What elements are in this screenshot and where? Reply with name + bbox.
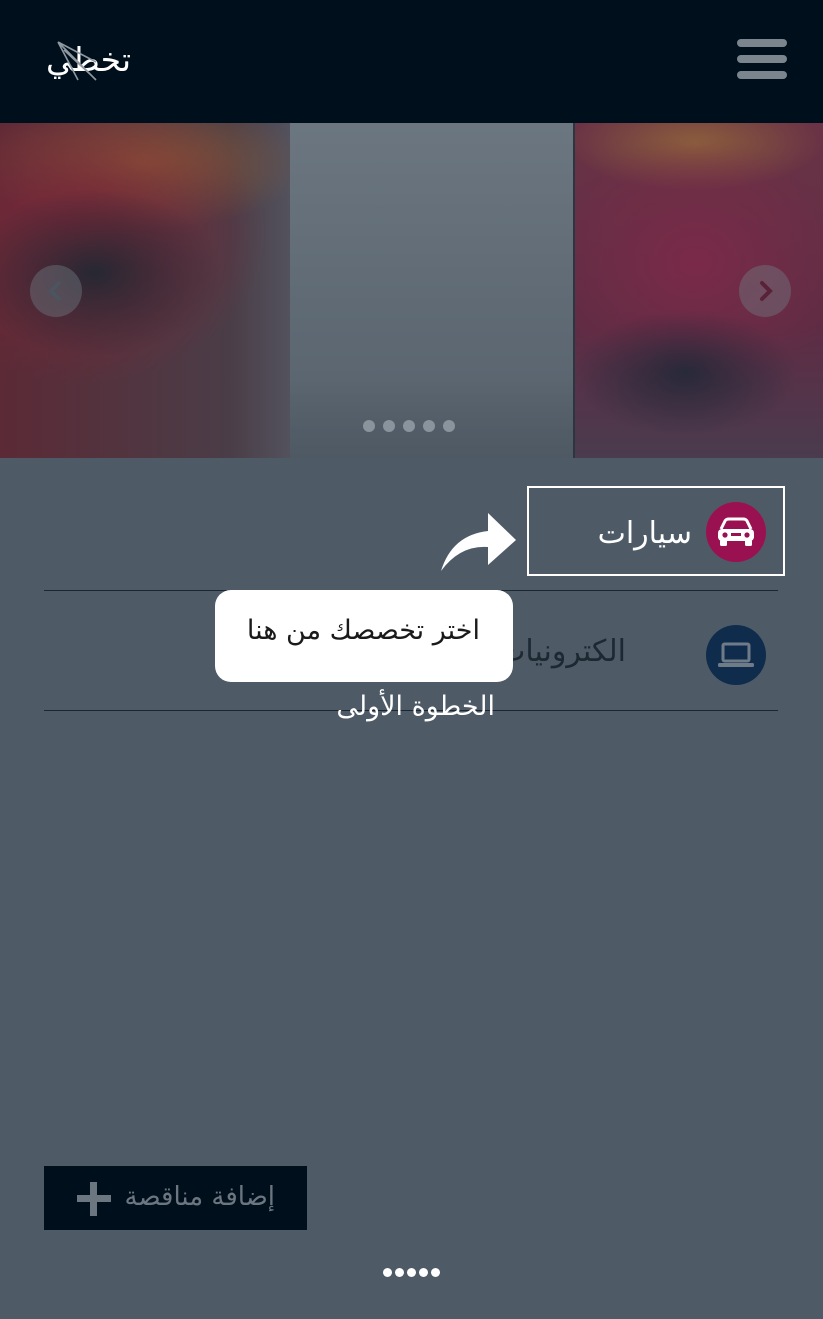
carousel-dot[interactable]	[423, 420, 435, 432]
hamburger-menu-icon[interactable]	[737, 39, 787, 79]
chevron-right-icon	[760, 281, 773, 301]
logo-arrow-icon	[57, 41, 97, 81]
tooltip-text: اختر تخصصك من هنا	[246, 615, 480, 646]
carousel-dot[interactable]	[363, 420, 375, 432]
add-tender-button[interactable]: إضافة مناقصة	[44, 1166, 307, 1230]
pager-dot[interactable]	[395, 1268, 404, 1277]
plus-icon	[77, 1182, 111, 1216]
pager-dot[interactable]	[419, 1268, 428, 1277]
tutorial-step-label: الخطوة الأولى	[336, 691, 495, 722]
pager-dot[interactable]	[383, 1268, 392, 1277]
tutorial-pager	[383, 1268, 440, 1277]
laptop-icon	[706, 625, 766, 685]
car-icon	[706, 502, 766, 562]
carousel-slide-image	[0, 123, 573, 458]
carousel-dot[interactable]	[443, 420, 455, 432]
carousel-dot[interactable]	[383, 420, 395, 432]
carousel-next-button[interactable]	[739, 265, 791, 317]
app-header: تخطي	[0, 0, 823, 123]
add-tender-label: إضافة مناقصة	[124, 1182, 275, 1212]
curved-arrow-icon	[441, 513, 516, 571]
chevron-left-icon	[48, 281, 61, 301]
carousel-dot[interactable]	[403, 420, 415, 432]
pager-dot[interactable]	[431, 1268, 440, 1277]
carousel-prev-button[interactable]	[30, 265, 82, 317]
pager-dot[interactable]	[407, 1268, 416, 1277]
tutorial-tooltip: اختر تخصصك من هنا	[215, 590, 513, 682]
banner-carousel[interactable]	[0, 123, 823, 458]
category-label-cars: سيارات	[597, 516, 692, 551]
category-label-electronics: الكترونيات	[497, 634, 626, 669]
carousel-indicators	[363, 420, 455, 432]
